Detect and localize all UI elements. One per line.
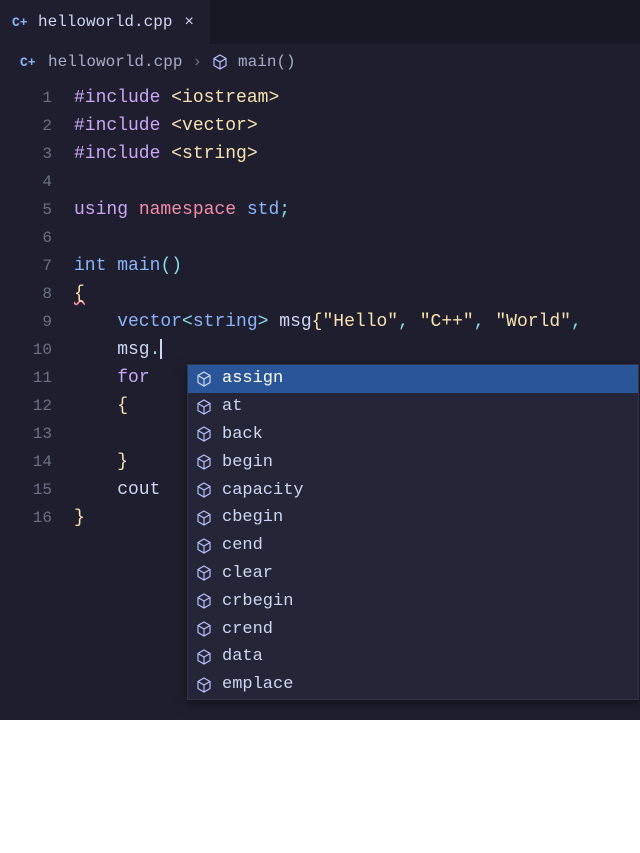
autocomplete-label: assign (222, 369, 283, 388)
tab-filename: helloworld.cpp (38, 13, 172, 31)
line-number: 16 (0, 504, 74, 532)
autocomplete-label: emplace (222, 675, 293, 694)
autocomplete-item-cend[interactable]: cend (188, 532, 638, 560)
method-icon (212, 54, 228, 70)
autocomplete-item-capacity[interactable]: capacity (188, 476, 638, 504)
line-number: 8 (0, 280, 74, 308)
chevron-right-icon: › (192, 53, 202, 71)
code-line (74, 224, 640, 252)
line-number: 10 (0, 336, 74, 364)
autocomplete-label: crend (222, 620, 273, 639)
autocomplete-item-data[interactable]: data (188, 643, 638, 671)
autocomplete-label: begin (222, 453, 273, 472)
line-number: 13 (0, 420, 74, 448)
tab-bar: C+ helloworld.cpp × (0, 0, 640, 44)
autocomplete-item-begin[interactable]: begin (188, 448, 638, 476)
method-icon (196, 621, 212, 637)
method-icon (196, 482, 212, 498)
line-number: 5 (0, 196, 74, 224)
autocomplete-item-emplace[interactable]: emplace (188, 671, 638, 699)
autocomplete-label: cend (222, 536, 263, 555)
line-number: 1 (0, 84, 74, 112)
breadcrumb: C+ helloworld.cpp › main() (0, 44, 640, 80)
line-number: 2 (0, 112, 74, 140)
cpp-file-icon: C+ (20, 53, 38, 71)
autocomplete-item-back[interactable]: back (188, 421, 638, 449)
autocomplete-item-at[interactable]: at (188, 393, 638, 421)
autocomplete-label: back (222, 425, 263, 444)
code-line: int main() (74, 252, 640, 280)
method-icon (196, 426, 212, 442)
code-line: #include <iostream> (74, 84, 640, 112)
line-number: 11 (0, 364, 74, 392)
method-icon (196, 399, 212, 415)
code-line: msg. (74, 336, 640, 364)
method-icon (196, 510, 212, 526)
autocomplete-label: capacity (222, 481, 304, 500)
code-line: { (74, 280, 640, 308)
code-line: #include <vector> (74, 112, 640, 140)
autocomplete-item-cbegin[interactable]: cbegin (188, 504, 638, 532)
method-icon (196, 371, 212, 387)
line-number: 4 (0, 168, 74, 196)
line-number: 7 (0, 252, 74, 280)
autocomplete-item-clear[interactable]: clear (188, 560, 638, 588)
autocomplete-label: cbegin (222, 508, 283, 527)
autocomplete-label: data (222, 647, 263, 666)
code-line: #include <string> (74, 140, 640, 168)
autocomplete-item-assign[interactable]: assign (188, 365, 638, 393)
breadcrumb-symbol[interactable]: main() (238, 53, 296, 71)
autocomplete-item-crend[interactable]: crend (188, 615, 638, 643)
method-icon (196, 454, 212, 470)
autocomplete-label: clear (222, 564, 273, 583)
code-line (74, 168, 640, 196)
method-icon (196, 565, 212, 581)
code-line: vector<string> msg{"Hello", "C++", "Worl… (74, 308, 640, 336)
line-number: 9 (0, 308, 74, 336)
text-cursor (160, 339, 162, 359)
tab-close-button[interactable]: × (180, 11, 198, 33)
line-number: 15 (0, 476, 74, 504)
autocomplete-item-crbegin[interactable]: crbegin (188, 587, 638, 615)
method-icon (196, 538, 212, 554)
line-gutter: 1 2 3 4 5 6 7 8 9 10 11 12 13 14 15 16 (0, 80, 74, 720)
code-line: using namespace std; (74, 196, 640, 224)
code-editor: C+ helloworld.cpp × C+ helloworld.cpp › … (0, 0, 640, 720)
line-number: 14 (0, 448, 74, 476)
autocomplete-label: crbegin (222, 592, 293, 611)
line-number: 12 (0, 392, 74, 420)
line-number: 6 (0, 224, 74, 252)
method-icon (196, 649, 212, 665)
cpp-file-icon: C+ (12, 13, 30, 31)
breadcrumb-file[interactable]: helloworld.cpp (48, 53, 182, 71)
editor-body: 1 2 3 4 5 6 7 8 9 10 11 12 13 14 15 16 #… (0, 80, 640, 720)
autocomplete-label: at (222, 397, 242, 416)
method-icon (196, 593, 212, 609)
line-number: 3 (0, 140, 74, 168)
method-icon (196, 677, 212, 693)
tab-helloworld[interactable]: C+ helloworld.cpp × (0, 0, 210, 44)
autocomplete-popup: assign at back begin capacity cbegin cend clear… (187, 364, 639, 700)
